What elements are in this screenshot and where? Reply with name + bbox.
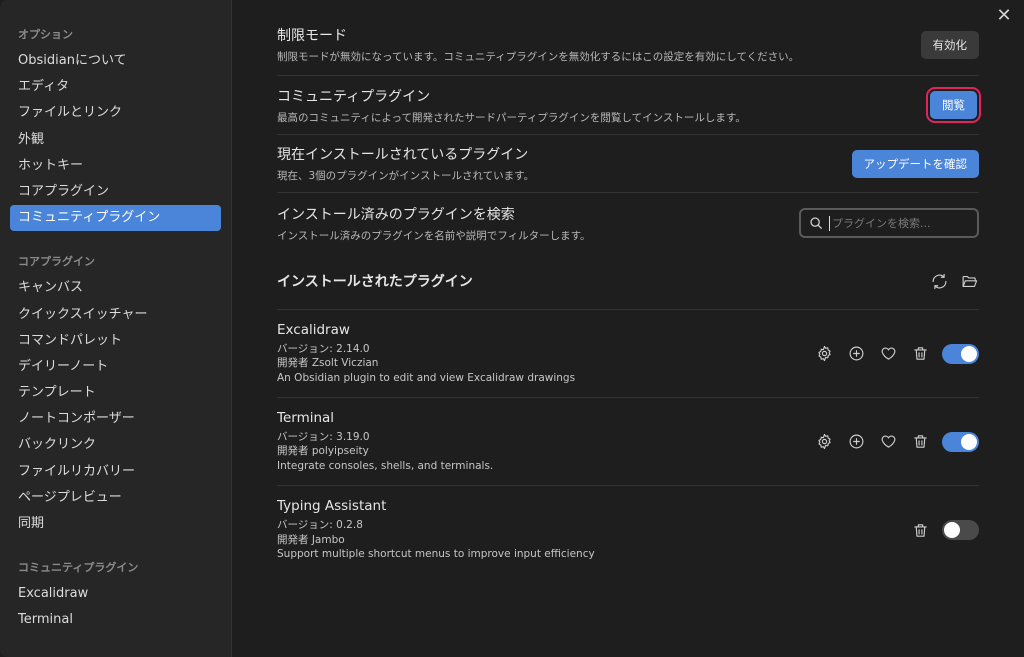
enable-restricted-button[interactable]: 有効化 (920, 30, 979, 59)
setting-description: 制限モードが無効になっています。コミュニティプラグインを無効化するにはこの設定を… (277, 51, 800, 63)
setting-search-plugins: インストール済みのプラグインを検索 インストール済みのプラグインを名前や説明でフ… (277, 193, 979, 253)
plugin-description: Support multiple shortcut menus to impro… (277, 548, 595, 561)
refresh-icon[interactable] (929, 271, 949, 291)
plugin-item-terminal: Terminal バージョン: 3.19.0 開発者 polyipseity I… (277, 398, 979, 486)
sidebar-item-terminal[interactable]: Terminal (10, 607, 221, 633)
setting-installed-plugins: 現在インストールされているプラグイン 現在、3個のプラグインがインストールされて… (277, 135, 979, 193)
plugin-author: 開発者 Jambo (277, 533, 345, 546)
sidebar-item-files-links[interactable]: ファイルとリンク (10, 100, 221, 126)
sidebar-heading-core: コアプラグイン (18, 255, 95, 269)
sidebar-item-about[interactable]: Obsidianについて (10, 48, 221, 74)
sidebar-item-page-preview[interactable]: ページプレビュー (10, 485, 221, 511)
plugin-info: Typing Assistant バージョン: 0.2.8 開発者 Jambo … (277, 498, 595, 562)
sidebar-item-core-plugins[interactable]: コアプラグイン (10, 179, 221, 205)
search-icon (810, 217, 822, 229)
plugin-enable-toggle[interactable] (942, 343, 979, 364)
trash-icon[interactable] (910, 344, 930, 364)
sidebar-item-hotkeys[interactable]: ホットキー (10, 153, 221, 179)
plugin-item-typing-assistant: Typing Assistant バージョン: 0.2.8 開発者 Jambo … (277, 486, 979, 574)
plugin-version: バージョン: 2.14.0 (277, 342, 370, 355)
setting-description: 最高のコミュニティによって開発されたサードパーティプラグインを閲覧してインストー… (277, 111, 746, 124)
plugin-actions (802, 343, 979, 364)
setting-name: インストール済みのプラグインを検索 (277, 206, 515, 223)
gear-icon[interactable] (814, 344, 834, 364)
sidebar-item-appearance[interactable]: 外観 (10, 127, 221, 153)
plugin-info: Terminal バージョン: 3.19.0 開発者 polyipseity I… (277, 410, 493, 474)
settings-sidebar: オプション Obsidianについて エディタ ファイルとリンク 外観 ホットキ… (0, 0, 232, 657)
sidebar-item-canvas[interactable]: キャンバス (10, 275, 221, 301)
check-updates-button[interactable]: アップデートを確認 (851, 149, 979, 178)
sidebar-item-community-plugins[interactable]: コミュニティプラグイン (10, 205, 221, 232)
setting-name: 制限モード (277, 28, 347, 44)
setting-description: インストール済みのプラグインを名前や説明でフィルターします。 (277, 229, 591, 242)
settings-content: 制限モード 制限モードが無効になっています。コミュニティプラグインを無効化するに… (277, 20, 981, 574)
plugin-item-excalidraw: Excalidraw バージョン: 2.14.0 開発者 Zsolt Viczi… (277, 310, 979, 398)
section-actions (919, 271, 979, 291)
plugin-author: 開発者 polyipseity (277, 445, 369, 458)
trash-icon[interactable] (910, 432, 930, 452)
plugin-enable-toggle[interactable] (942, 520, 979, 540)
sidebar-item-quick-switcher[interactable]: クイックスイッチャー (10, 302, 221, 328)
setting-info: コミュニティプラグイン 最高のコミュニティによって開発されたサードパーティプラグ… (277, 86, 746, 125)
gear-icon[interactable] (814, 432, 834, 452)
plugin-author: 開発者 Zsolt Viczian (277, 357, 379, 370)
browse-button[interactable]: 閲覧 (926, 87, 981, 123)
plugin-actions (802, 431, 979, 452)
setting-info: 制限モード 制限モードが無効になっています。コミュニティプラグインを無効化するに… (277, 25, 799, 64)
sidebar-item-editor[interactable]: エディタ (10, 74, 221, 100)
plus-circle-icon[interactable] (846, 344, 866, 364)
search-input[interactable] (829, 215, 964, 231)
sidebar-item-file-recovery[interactable]: ファイルリカバリー (10, 459, 221, 485)
plugin-info: Excalidraw バージョン: 2.14.0 開発者 Zsolt Viczi… (277, 322, 575, 386)
setting-name: 現在インストールされているプラグイン (277, 147, 529, 163)
plugin-description: Integrate consoles, shells, and terminal… (277, 459, 494, 472)
settings-modal: オプション Obsidianについて エディタ ファイルとリンク 外観 ホットキ… (0, 0, 1024, 657)
plugin-version: バージョン: 3.19.0 (277, 430, 370, 443)
trash-icon[interactable] (910, 520, 930, 540)
plugin-name: Terminal (277, 409, 335, 426)
search-field[interactable] (799, 208, 979, 238)
sidebar-item-backlinks[interactable]: バックリンク (10, 432, 221, 458)
setting-name: コミュニティプラグイン (277, 88, 431, 105)
heart-icon[interactable] (878, 344, 898, 364)
sidebar-item-command-palette[interactable]: コマンドパレット (10, 328, 221, 354)
section-title: インストールされたプラグイン (277, 274, 473, 290)
setting-restricted-mode: 制限モード 制限モードが無効になっています。コミュニティプラグインを無効化するに… (277, 20, 979, 76)
sidebar-item-sync[interactable]: 同期 (10, 511, 221, 537)
installed-plugins-header: インストールされたプラグイン (277, 253, 979, 310)
setting-community-plugins: コミュニティプラグイン 最高のコミュニティによって開発されたサードパーティプラグ… (277, 76, 981, 135)
sidebar-heading-options: オプション (18, 28, 73, 41)
plugin-enable-toggle[interactable] (942, 431, 979, 452)
plus-circle-icon[interactable] (846, 432, 866, 452)
plugin-version: バージョン: 0.2.8 (277, 519, 363, 532)
plugin-actions (898, 520, 979, 540)
setting-description: 現在、3個のプラグインがインストールされています。 (277, 170, 535, 182)
plugin-name: Typing Assistant (277, 498, 387, 515)
setting-info: インストール済みのプラグインを検索 インストール済みのプラグインを名前や説明でフ… (277, 204, 591, 243)
sidebar-item-note-composer[interactable]: ノートコンポーザー (10, 406, 221, 432)
plugin-name: Excalidraw (277, 321, 350, 338)
folder-open-icon[interactable] (959, 271, 979, 291)
sidebar-item-templates[interactable]: テンプレート (10, 380, 221, 406)
heart-icon[interactable] (878, 432, 898, 452)
sidebar-heading-community: コミュニティプラグイン (18, 561, 139, 575)
plugin-description: An Obsidian plugin to edit and view Exca… (277, 371, 576, 384)
setting-info: 現在インストールされているプラグイン 現在、3個のプラグインがインストールされて… (277, 144, 534, 183)
sidebar-item-excalidraw[interactable]: Excalidraw (10, 581, 221, 607)
sidebar-item-daily-notes[interactable]: デイリーノート (10, 354, 221, 380)
close-icon[interactable]: ✕ (994, 6, 1014, 26)
